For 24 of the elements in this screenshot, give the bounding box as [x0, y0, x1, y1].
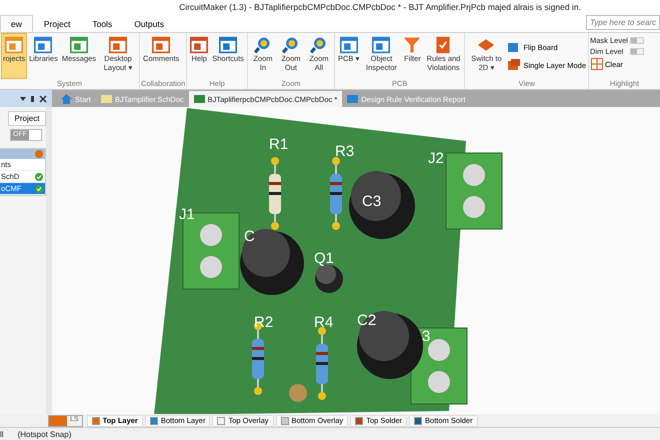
status-text: (Hotspot Snap) [18, 430, 72, 438]
project-button[interactable]: Project [8, 111, 46, 126]
window-title: CircuitMaker (1.3) - BJTaplifierpcbCMPcbDoc.CMPcbDoc * - BJT Amplifier.PrjPcb majed alrais is signed in. [178, 1, 582, 14]
status-text: ll [0, 430, 4, 438]
search-field[interactable]: Type here to searc [586, 15, 660, 30]
menu-tab[interactable]: Project [32, 15, 82, 32]
document-icon [347, 94, 358, 104]
panel-controls-icon[interactable] [18, 94, 48, 102]
menu-tab[interactable]: ew [0, 15, 33, 32]
mask-level-slider-fill[interactable] [631, 38, 637, 43]
magnifier-icon [282, 36, 300, 54]
dim-level-slider-fill[interactable] [631, 49, 637, 54]
warning-icon [35, 150, 43, 158]
document-icon [100, 94, 112, 104]
menu-tab[interactable]: Tools [81, 15, 124, 32]
layer-swatch [49, 416, 67, 426]
magnifier-icon [310, 36, 328, 54]
magnifier-icon [254, 36, 272, 54]
funnel-icon [403, 36, 422, 54]
document-icon [194, 94, 205, 104]
menu-tab[interactable]: Outputs [123, 15, 175, 32]
grid-icon [591, 58, 603, 70]
home-icon [61, 94, 72, 104]
layers-icon [507, 59, 522, 71]
